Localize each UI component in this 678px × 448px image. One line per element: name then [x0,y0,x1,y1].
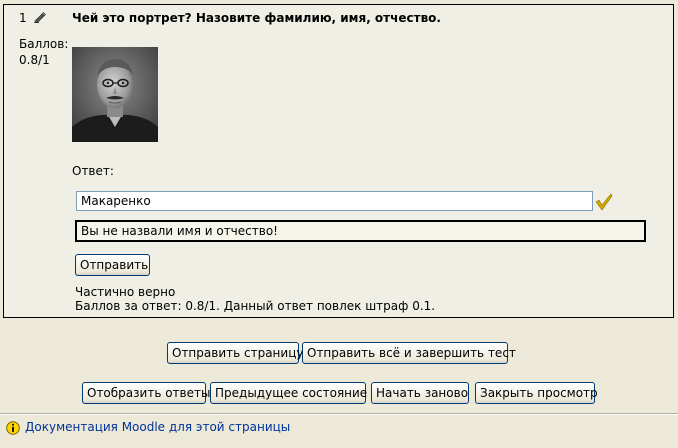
edit-icon[interactable] [33,11,47,23]
feedback-box: Вы не назвали имя и отчество! [75,220,646,242]
info-icon [6,421,20,435]
previous-state-button[interactable]: Предыдущее состояние [210,382,367,404]
submit-page-button[interactable]: Отправить страницу [167,342,303,364]
check-icon [595,193,613,211]
close-preview-button[interactable]: Закрыть просмотр [475,382,598,404]
marks-info: Баллов за ответ: 0.8/1. Данный ответ пов… [75,299,436,313]
portrait-image [72,47,158,142]
correctness-state: Частично верно [75,285,176,299]
grade-label: Баллов: [19,37,69,51]
answer-label: Ответ: [72,164,114,178]
submit-all-button[interactable]: Отправить всё и завершить тест [302,342,516,364]
question-number: 1 [19,11,27,25]
grade-value: 0.8/1 [19,53,50,67]
footer-divider [0,413,678,415]
submit-answer-button[interactable]: Отправить [75,254,150,276]
show-answers-button[interactable]: Отобразить ответы [82,382,210,404]
question-box: 1 Баллов: 0.8/1 Чей это портрет? Назовит… [3,4,674,318]
moodle-docs-link[interactable]: Документация Moodle для этой страницы [25,420,290,434]
question-text: Чей это портрет? Назовите фамилию, имя, … [72,11,441,25]
answer-input[interactable] [76,191,593,211]
start-again-button[interactable]: Начать заново [371,382,469,404]
